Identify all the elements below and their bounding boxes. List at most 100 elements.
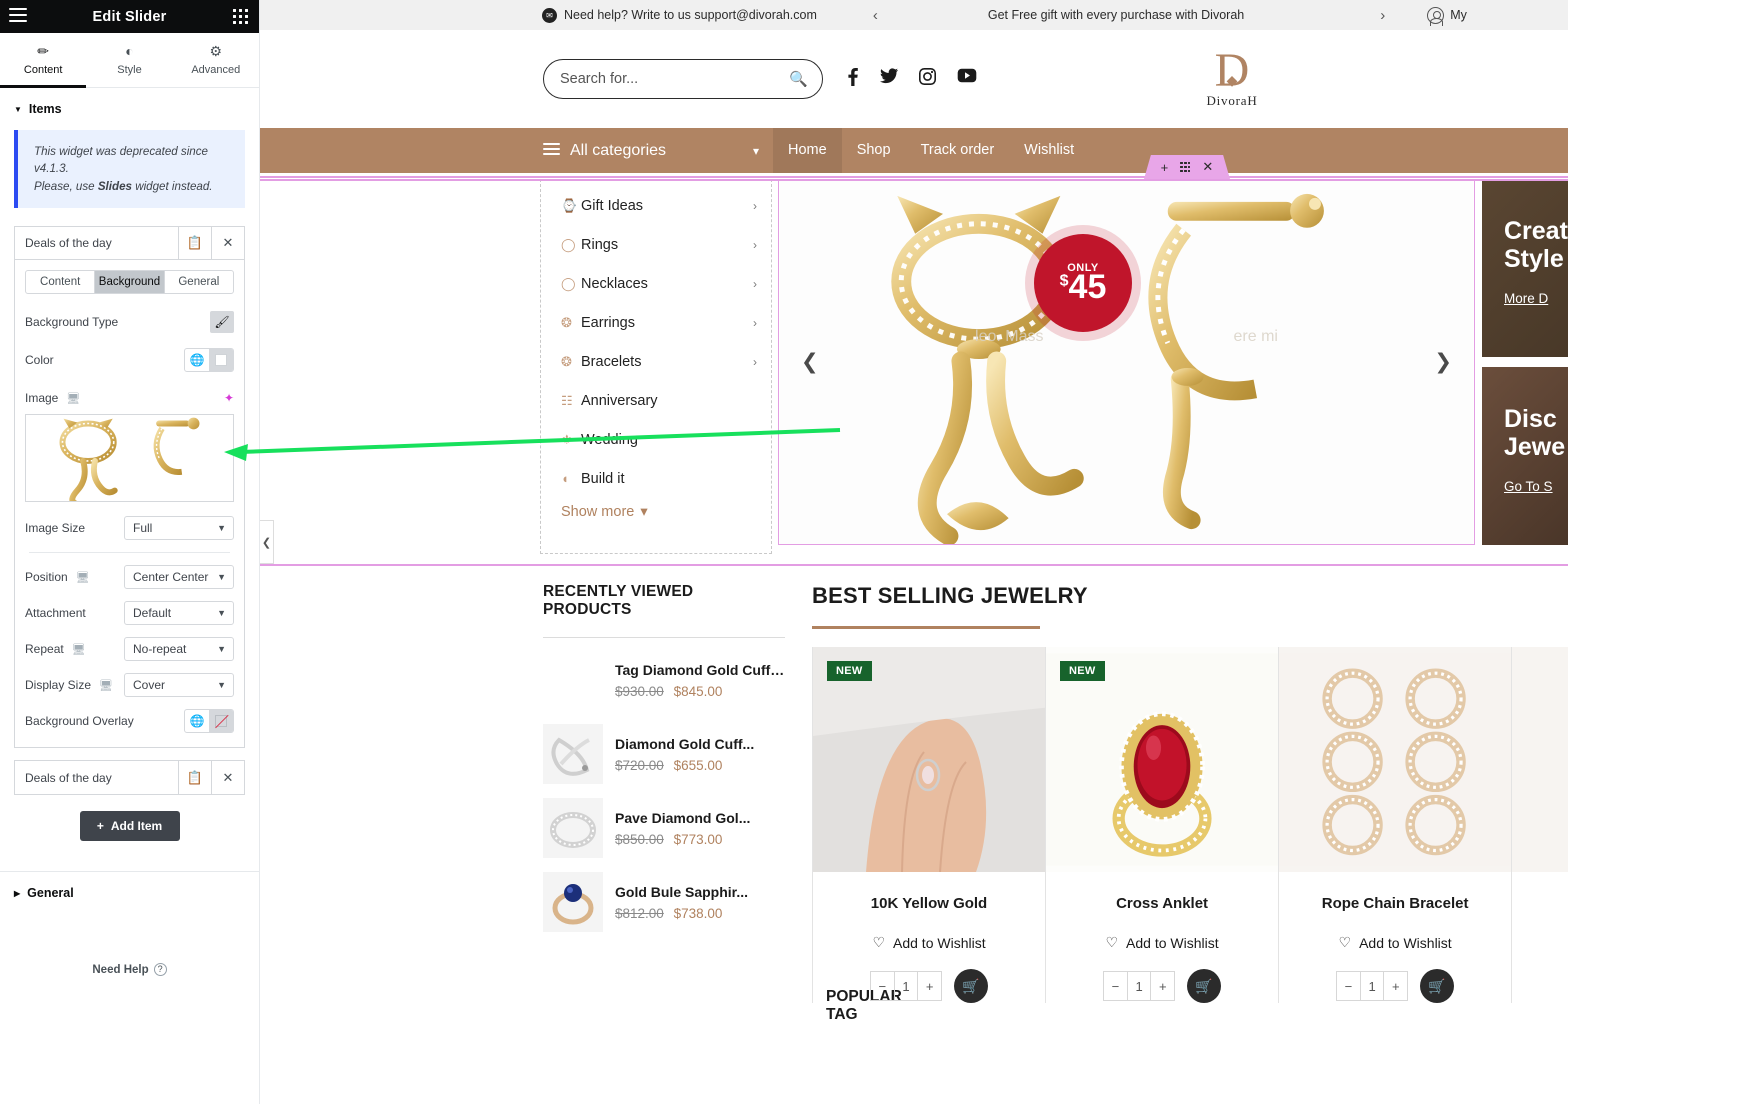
list-item[interactable]: Pave Diamond Gol... $850.00 $773.00 <box>543 798 785 858</box>
mega-item-build-it[interactable]: ◖ Build it <box>541 459 771 498</box>
product-card[interactable]: Rope Chain Bracelet ♡ Add to Wishlist −1… <box>1278 647 1512 1003</box>
item-tab-general[interactable]: General <box>165 271 233 293</box>
attachment-select[interactable]: Default ▼ <box>124 601 234 626</box>
qty-increase[interactable]: + <box>918 972 941 1000</box>
product-card[interactable]: NEW Cross Anklet ♡ Add to Wishlist − 1 +… <box>1045 647 1279 1003</box>
promo-1-link[interactable]: More D <box>1504 291 1548 306</box>
copy-icon[interactable]: 📋 <box>178 227 211 260</box>
promo-card-1[interactable]: CreateStyle More D <box>1482 179 1568 357</box>
mega-item-gift-ideas[interactable]: ⌚ Gift Ideas › <box>541 186 771 225</box>
product-card[interactable]: NEW 10K Yellow Gold ♡ Add to Wishlist − … <box>812 647 1046 1003</box>
cart-icon[interactable]: 🛒 <box>1187 969 1222 1003</box>
image-size-select[interactable]: Full ▼ <box>124 516 234 541</box>
mega-item-bracelets[interactable]: ❂ Bracelets › <box>541 342 771 381</box>
mega-item-earrings[interactable]: ❂ Earrings › <box>541 303 771 342</box>
qty-increase[interactable]: + <box>1384 972 1407 1000</box>
hero-next-button[interactable]: ❯ <box>1434 350 1452 375</box>
repeat-select[interactable]: No-repeat ▼ <box>124 637 234 662</box>
twitter-icon[interactable] <box>880 67 898 91</box>
copy-icon[interactable]: 📋 <box>178 761 211 795</box>
tab-advanced[interactable]: ⚙ Advanced <box>173 33 259 87</box>
add-to-wishlist-button[interactable]: ♡ Add to Wishlist <box>1046 934 1278 951</box>
chevron-right-icon[interactable]: › <box>1380 7 1385 24</box>
promo-2-link[interactable]: Go To S <box>1504 479 1553 494</box>
section-items[interactable]: ▼ Items <box>0 88 259 126</box>
search-icon[interactable]: 🔍 <box>789 70 808 88</box>
instagram-icon[interactable] <box>919 67 936 91</box>
account-link[interactable]: My <box>1427 6 1467 26</box>
qty-value[interactable]: 1 <box>1126 972 1152 1000</box>
mega-item-wedding[interactable]: ⚜ Wedding <box>541 420 771 459</box>
add-to-wishlist-button[interactable]: ♡ Add to Wishlist <box>813 934 1045 951</box>
mega-item-anniversary[interactable]: ☷ Anniversary <box>541 381 771 420</box>
nav-link-home[interactable]: Home <box>773 128 842 173</box>
chevron-left-icon[interactable]: ‹ <box>873 7 878 24</box>
repeater-item-1-title[interactable]: Deals of the day <box>15 227 178 259</box>
globe-icon[interactable]: 🌐 <box>185 349 209 371</box>
plus-icon[interactable]: + <box>1161 160 1169 175</box>
repeater-item-1-header[interactable]: Deals of the day 📋 ✕ <box>15 227 244 261</box>
mega-item-necklaces[interactable]: ◯ Necklaces › <box>541 264 771 303</box>
qty-decrease[interactable]: − <box>1104 972 1127 1000</box>
nav-link-wishlist[interactable]: Wishlist <box>1009 128 1089 173</box>
nav-link-shop[interactable]: Shop <box>842 128 906 173</box>
grid-dots-icon[interactable] <box>233 9 249 25</box>
section-general[interactable]: ▶ General <box>0 872 259 910</box>
search-input[interactable]: Search for... 🔍 <box>543 59 823 99</box>
nav-link-track-order[interactable]: Track order <box>906 128 1010 173</box>
monitor-icon[interactable]: 🖥 <box>76 571 90 584</box>
brush-icon[interactable]: 🖌 <box>210 311 234 334</box>
display-size-select[interactable]: Cover ▼ <box>124 673 234 698</box>
show-more-button[interactable]: Show more ▾ <box>541 498 771 520</box>
tab-style[interactable]: ◐ Style <box>86 33 172 87</box>
new-price: $655.00 <box>673 757 723 773</box>
monitor-icon[interactable]: 🖥 <box>99 679 113 692</box>
close-icon[interactable]: ✕ <box>211 761 244 795</box>
no-color-icon[interactable] <box>209 710 233 733</box>
quantity-stepper[interactable]: −1 + <box>1103 971 1176 1001</box>
list-item[interactable]: Tag Diamond Gold Cuff Ban... $930.00 $84… <box>543 650 785 710</box>
elementor-panel: Edit Slider ✏ Content ◐ Style ⚙ Advanced… <box>0 0 260 1104</box>
mega-item-rings[interactable]: ◯ Rings › <box>541 225 771 264</box>
cart-icon[interactable]: 🛒 <box>1420 969 1455 1003</box>
add-item-button[interactable]: + Add Item <box>79 811 180 842</box>
ai-sparkle-icon[interactable]: ✦ <box>224 391 234 405</box>
item-tab-background[interactable]: Background <box>95 271 165 294</box>
need-help-link[interactable]: Need Help ? <box>0 963 259 976</box>
promo-card-2[interactable]: Disc Jewe Go To S <box>1482 367 1568 545</box>
hero-slider[interactable]: leo. Mass ere mi ONLY $45 ❮ ❯ <box>778 179 1475 545</box>
list-item[interactable]: Diamond Gold Cuff... $720.00 $655.00 <box>543 724 785 784</box>
sidebar-collapse-toggle[interactable]: ❮ <box>260 520 274 564</box>
qty-value[interactable]: 1 <box>893 972 919 1000</box>
repeater-item-2-title[interactable]: Deals of the day <box>15 761 178 794</box>
item-tab-content[interactable]: Content <box>26 271 96 294</box>
close-icon[interactable]: ✕ <box>1202 159 1213 175</box>
facebook-icon[interactable] <box>847 67 859 91</box>
all-categories-button[interactable]: All categories ▾ <box>543 142 773 160</box>
youtube-icon[interactable] <box>957 68 977 91</box>
hero-prev-button[interactable]: ❮ <box>801 350 819 375</box>
monitor-icon[interactable]: 🖥 <box>72 643 86 656</box>
globe-icon[interactable]: 🌐 <box>185 710 209 732</box>
cart-icon[interactable]: 🛒 <box>954 969 989 1003</box>
close-icon[interactable]: ✕ <box>211 227 244 260</box>
repeater-item-2-header[interactable]: Deals of the day 📋 ✕ <box>15 761 244 795</box>
add-to-wishlist-button[interactable]: ♡ Add to Wishlist <box>1279 934 1511 951</box>
qty-decrease[interactable]: − <box>1337 972 1360 1000</box>
image-preview[interactable] <box>25 414 234 503</box>
site-logo[interactable]: D ◆ DivoraH <box>1172 46 1292 109</box>
drag-dots-icon[interactable] <box>1180 161 1191 173</box>
qty-value[interactable]: 1 <box>1359 972 1385 1000</box>
list-item[interactable]: Gold Bule Sapphir... $812.00 $738.00 <box>543 872 785 932</box>
hamburger-icon[interactable] <box>9 8 27 24</box>
quantity-stepper[interactable]: −1 + <box>870 971 943 1001</box>
position-select[interactable]: Center Center ▼ <box>124 565 234 590</box>
monitor-icon[interactable]: 🖥 <box>66 392 80 405</box>
qty-increase[interactable]: + <box>1151 972 1174 1000</box>
product-card-partial[interactable] <box>1511 647 1568 1003</box>
color-swatch[interactable] <box>209 349 233 372</box>
heart-icon: ♡ <box>872 934 885 950</box>
qty-decrease[interactable]: − <box>871 972 894 1000</box>
tab-content[interactable]: ✏ Content <box>0 33 87 88</box>
quantity-stepper[interactable]: −1 + <box>1336 971 1409 1001</box>
